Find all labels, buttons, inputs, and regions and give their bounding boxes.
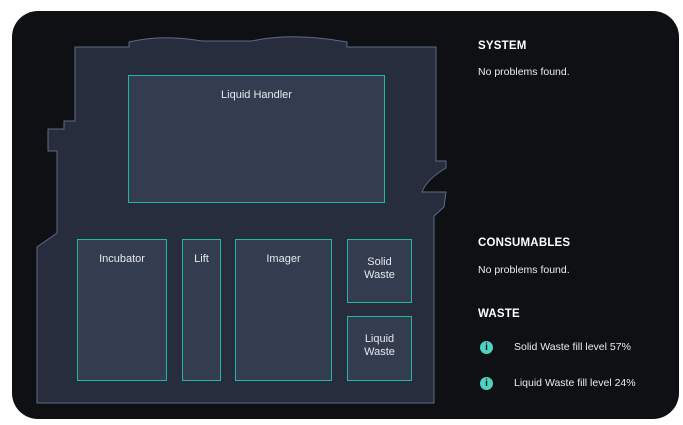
liquid-waste-label-line2: Waste (364, 346, 395, 358)
consumables-message: No problems found. (478, 264, 570, 276)
solid-waste-module[interactable]: Solid Waste (347, 239, 412, 303)
status-panel: Liquid Handler Incubator Lift Imager Sol… (12, 11, 679, 419)
liquid-handler-label: Liquid Handler (221, 89, 292, 101)
liquid-handler-module[interactable]: Liquid Handler (128, 75, 385, 203)
system-heading: SYSTEM (478, 40, 527, 52)
solid-waste-fill-text: Solid Waste fill level 57% (514, 341, 631, 353)
solid-waste-label-line1: Solid (367, 256, 392, 268)
solid-waste-label-line2: Waste (364, 269, 395, 281)
consumables-heading: CONSUMABLES (478, 237, 571, 249)
liquid-waste-label-line1: Liquid (364, 333, 395, 345)
imager-module[interactable]: Imager (235, 239, 332, 381)
lift-label: Lift (194, 253, 209, 265)
system-message: No problems found. (478, 66, 570, 78)
liquid-waste-module[interactable]: Liquid Waste (347, 316, 412, 381)
waste-heading: WASTE (478, 308, 520, 320)
liquid-waste-fill-text: Liquid Waste fill level 24% (514, 377, 636, 389)
info-icon: i (480, 377, 493, 390)
incubator-label: Incubator (99, 253, 145, 265)
info-icon: i (480, 341, 493, 354)
imager-label: Imager (266, 253, 301, 265)
incubator-module[interactable]: Incubator (77, 239, 167, 381)
lift-module[interactable]: Lift (182, 239, 221, 381)
